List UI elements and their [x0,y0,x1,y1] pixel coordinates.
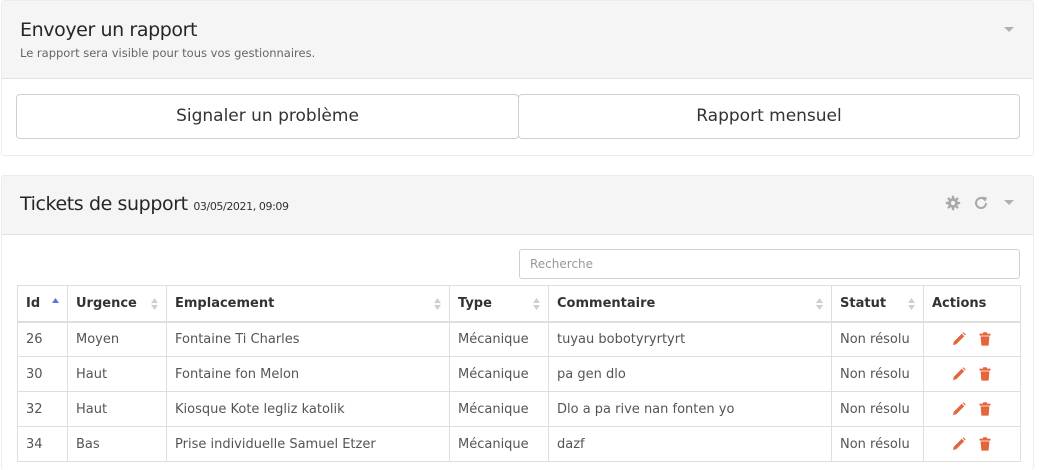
column-header-commentaire[interactable]: Commentaire [548,285,832,323]
cell-urgence: Bas [67,426,167,462]
column-header-urgence[interactable]: Urgence [67,285,167,323]
collapse-chevron-down-icon[interactable] [1004,200,1014,205]
cell-type: Mécanique [449,356,549,392]
column-header-actions: Actions [923,285,1021,323]
sort-icon[interactable] [532,297,541,311]
table-row: 32 Haut Kiosque Kote legliz katolik Méca… [17,391,1021,427]
tickets-timestamp: 03/05/2021, 09:09 [193,200,289,213]
table-row: 30 Haut Fontaine fon Melon Mécanique pa … [17,356,1021,392]
sort-icon[interactable] [150,297,159,311]
column-header-statut[interactable]: Statut [831,285,924,323]
cell-id: 34 [17,426,68,462]
trash-icon[interactable] [977,366,993,382]
tickets-panel-title: Tickets de support 03/05/2021, 09:09 [20,193,289,215]
cell-statut: Non résolu [831,356,924,392]
cell-emplacement: Kiosque Kote legliz katolik [166,391,450,427]
cell-commentaire: dazf [548,426,832,462]
pencil-icon[interactable] [951,401,967,417]
report-panel: Envoyer un rapport Le rapport sera visib… [1,0,1034,156]
sort-ascending-icon[interactable] [51,297,60,311]
cell-id: 30 [17,356,68,392]
cell-type: Mécanique [449,321,549,357]
cell-actions [923,426,1021,462]
cell-emplacement: Prise individuelle Samuel Etzer [166,426,450,462]
cell-statut: Non résolu [831,391,924,427]
column-header-type[interactable]: Type [449,285,549,323]
cell-urgence: Haut [67,391,167,427]
cell-commentaire: pa gen dlo [548,356,832,392]
table-row: 26 Moyen Fontaine Ti Charles Mécanique t… [17,321,1021,357]
monthly-report-button[interactable]: Rapport mensuel [518,94,1020,139]
sort-icon[interactable] [907,297,916,311]
cell-statut: Non résolu [831,321,924,357]
cell-urgence: Moyen [67,321,167,357]
cell-statut: Non résolu [831,426,924,462]
refresh-icon[interactable] [973,195,989,211]
cell-commentaire: tuyau bobotyryrtyrt [548,321,832,357]
cell-actions [923,391,1021,427]
pencil-icon[interactable] [951,331,967,347]
cell-emplacement: Fontaine Ti Charles [166,321,450,357]
report-panel-header: Envoyer un rapport Le rapport sera visib… [2,1,1033,79]
pencil-icon[interactable] [951,366,967,382]
cell-type: Mécanique [449,391,549,427]
table-row: 34 Bas Prise individuelle Samuel Etzer M… [17,426,1021,462]
tickets-panel: Tickets de support 03/05/2021, 09:09 Rec… [1,175,1034,470]
cell-actions [923,321,1021,357]
report-panel-title: Envoyer un rapport [20,19,198,41]
tickets-title-text: Tickets de support [20,193,188,215]
trash-icon[interactable] [977,331,993,347]
search-input[interactable] [519,249,1020,279]
trash-icon[interactable] [977,436,993,452]
cell-id: 32 [17,391,68,427]
cell-commentaire: Dlo a pa rive nan fonten yo [548,391,832,427]
tickets-table: Id Urgence Emplacement Type Commentaire … [17,285,1021,462]
cell-urgence: Haut [67,356,167,392]
tickets-panel-header: Tickets de support 03/05/2021, 09:09 [2,176,1033,235]
column-header-emplacement[interactable]: Emplacement [166,285,450,323]
column-header-id[interactable]: Id [17,285,68,323]
cell-emplacement: Fontaine fon Melon [166,356,450,392]
collapse-chevron-down-icon[interactable] [1004,27,1014,32]
report-panel-subtitle: Le rapport sera visible pour tous vos ge… [20,46,316,60]
cell-actions [923,356,1021,392]
pencil-icon[interactable] [951,436,967,452]
trash-icon[interactable] [977,401,993,417]
sort-icon[interactable] [433,297,442,311]
cell-type: Mécanique [449,426,549,462]
table-header-row: Id Urgence Emplacement Type Commentaire … [17,285,1021,323]
cell-id: 26 [17,321,68,357]
gear-icon[interactable] [945,195,961,211]
sort-icon[interactable] [815,297,824,311]
report-problem-button[interactable]: Signaler un problème [16,94,519,139]
